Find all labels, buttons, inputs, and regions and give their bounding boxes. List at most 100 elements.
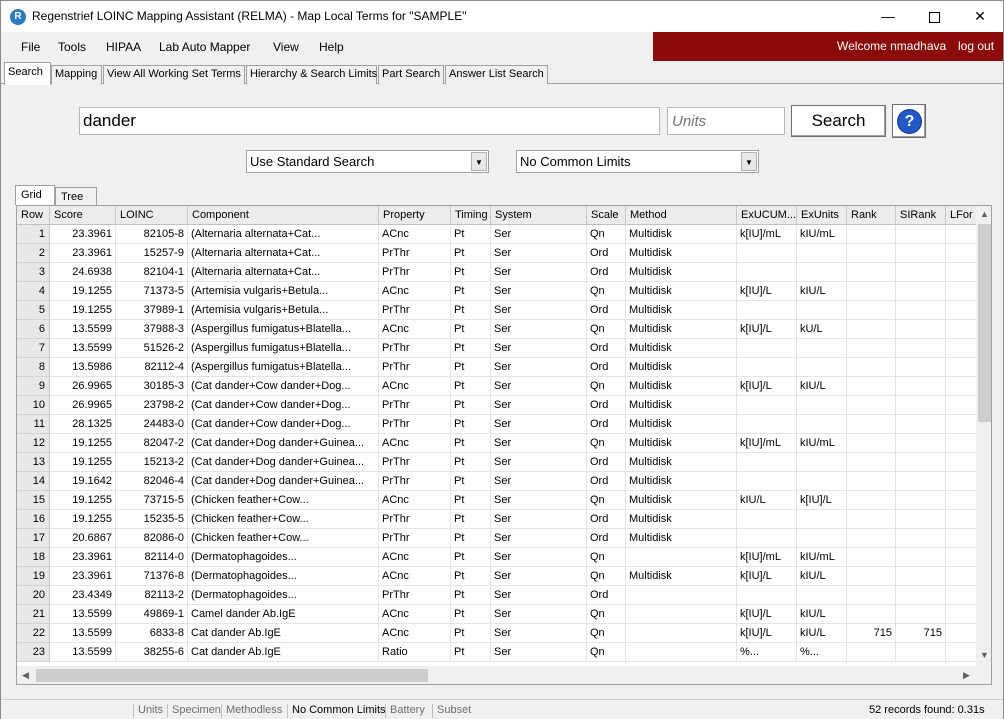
cell-row[interactable]: 17 — [17, 529, 50, 548]
cell-lfor[interactable] — [946, 358, 977, 377]
cell-method[interactable]: Multidisk — [626, 434, 737, 453]
tab-search[interactable]: Search — [4, 62, 51, 85]
cell-exucum[interactable]: k[IU]/L — [737, 377, 797, 396]
column-header-method[interactable]: Method — [626, 206, 737, 225]
cell-component[interactable]: Cat dander Ab.IgE — [188, 643, 379, 662]
cell-row[interactable]: 10 — [17, 396, 50, 415]
cell-scale[interactable]: Qn — [587, 567, 626, 586]
cell-exunits[interactable] — [797, 586, 847, 605]
units-input[interactable] — [667, 107, 785, 135]
cell-lfor[interactable] — [946, 415, 977, 434]
cell-component[interactable]: (Cat dander+Cow dander+Dog... — [188, 415, 379, 434]
column-header-timing[interactable]: Timing — [451, 206, 491, 225]
cell-scale[interactable]: Qn — [587, 605, 626, 624]
column-header-property[interactable]: Property — [379, 206, 451, 225]
cell-loinc[interactable]: 23798-2 — [116, 396, 188, 415]
cell-system[interactable]: Ser — [491, 320, 587, 339]
cell-system[interactable]: Ser — [491, 643, 587, 662]
cell-row[interactable]: 21 — [17, 605, 50, 624]
cell-rank[interactable] — [847, 567, 896, 586]
cell-scale[interactable]: Ord — [587, 396, 626, 415]
cell-sirank[interactable] — [896, 529, 946, 548]
cell-property[interactable]: ACnc — [379, 282, 451, 301]
cell-rank[interactable] — [847, 415, 896, 434]
cell-exucum[interactable]: k[IU]/L — [737, 624, 797, 643]
cell-lfor[interactable] — [946, 453, 977, 472]
cell-rank[interactable] — [847, 643, 896, 662]
cell-property[interactable]: ACnc — [379, 567, 451, 586]
cell-method[interactable]: Multidisk — [626, 491, 737, 510]
maximize-button[interactable] — [911, 1, 957, 32]
cell-loinc[interactable]: 37989-1 — [116, 301, 188, 320]
table-row[interactable]: 8 13.5986 82112-4 (Aspergillus fumigatus+Bl… — [17, 358, 977, 377]
cell-component[interactable]: (Cat dander+Cow dander+Dog... — [188, 396, 379, 415]
cell-system[interactable]: Ser — [491, 605, 587, 624]
cell-score[interactable]: 13.5599 — [50, 624, 116, 643]
cell-loinc[interactable]: 71376-8 — [116, 567, 188, 586]
cell-scale[interactable]: Ord — [587, 529, 626, 548]
cell-row[interactable]: 3 — [17, 263, 50, 282]
cell-sirank[interactable] — [896, 282, 946, 301]
cell-property[interactable]: ACnc — [379, 320, 451, 339]
cell-component[interactable]: (Cat dander+Dog dander+Guinea... — [188, 472, 379, 491]
cell-exucum[interactable] — [737, 396, 797, 415]
horizontal-scrollbar[interactable]: ◀ ▶ — [17, 666, 991, 684]
cell-timing[interactable]: Pt — [451, 453, 491, 472]
cell-lfor[interactable] — [946, 434, 977, 453]
cell-exucum[interactable] — [737, 529, 797, 548]
cell-method[interactable] — [626, 624, 737, 643]
table-row[interactable]: 3 24.6938 82104-1 (Alternaria alternata+Cat… — [17, 263, 977, 282]
cell-rank[interactable] — [847, 529, 896, 548]
cell-exunits[interactable]: kIU/L — [797, 624, 847, 643]
menu-view[interactable]: View — [273, 40, 299, 54]
cell-property[interactable]: PrThr — [379, 529, 451, 548]
cell-score[interactable]: 26.9965 — [50, 377, 116, 396]
status-battery[interactable]: Battery — [385, 704, 425, 718]
cell-exunits[interactable]: kIU/L — [797, 605, 847, 624]
cell-sirank[interactable] — [896, 472, 946, 491]
cell-exunits[interactable] — [797, 529, 847, 548]
cell-timing[interactable]: Pt — [451, 529, 491, 548]
cell-rank[interactable] — [847, 358, 896, 377]
cell-method[interactable]: Multidisk — [626, 358, 737, 377]
cell-method[interactable]: Multidisk — [626, 225, 737, 244]
cell-rank[interactable] — [847, 377, 896, 396]
cell-loinc[interactable]: 82046-4 — [116, 472, 188, 491]
cell-component[interactable]: Cat dander Ab.IgE — [188, 624, 379, 643]
cell-property[interactable]: PrThr — [379, 472, 451, 491]
tab-tree[interactable]: Tree — [55, 187, 97, 205]
cell-row[interactable]: 8 — [17, 358, 50, 377]
cell-lfor[interactable] — [946, 396, 977, 415]
cell-system[interactable]: Ser — [491, 453, 587, 472]
cell-lfor[interactable] — [946, 548, 977, 567]
cell-sirank[interactable] — [896, 396, 946, 415]
cell-property[interactable]: ACnc — [379, 605, 451, 624]
cell-component[interactable]: (Alternaria alternata+Cat... — [188, 244, 379, 263]
scroll-down-icon[interactable]: ▼ — [980, 650, 989, 660]
cell-lfor[interactable] — [946, 491, 977, 510]
cell-exucum[interactable] — [737, 358, 797, 377]
menu-file[interactable]: File — [21, 40, 40, 54]
cell-scale[interactable]: Qn — [587, 320, 626, 339]
cell-system[interactable]: Ser — [491, 491, 587, 510]
tab-answer-list-search[interactable]: Answer List Search — [445, 65, 548, 84]
column-header-loinc[interactable]: LOINC — [116, 206, 188, 225]
cell-property[interactable]: PrThr — [379, 453, 451, 472]
cell-timing[interactable]: Pt — [451, 434, 491, 453]
cell-component[interactable]: (Aspergillus fumigatus+Blatella... — [188, 358, 379, 377]
cell-scale[interactable]: Qn — [587, 377, 626, 396]
cell-score[interactable]: 13.5599 — [50, 320, 116, 339]
cell-component[interactable]: (Artemisia vulgaris+Betula... — [188, 301, 379, 320]
cell-timing[interactable]: Pt — [451, 567, 491, 586]
cell-property[interactable]: PrThr — [379, 586, 451, 605]
cell-lfor[interactable] — [946, 263, 977, 282]
cell-property[interactable]: PrThr — [379, 415, 451, 434]
cell-loinc[interactable]: 73715-5 — [116, 491, 188, 510]
cell-lfor[interactable] — [946, 377, 977, 396]
cell-rank[interactable] — [847, 491, 896, 510]
horizontal-scroll-thumb[interactable] — [36, 669, 428, 682]
table-row[interactable]: 19 23.3961 71376-8 (Dermatophagoides... ACnc… — [17, 567, 977, 586]
cell-score[interactable]: 19.1255 — [50, 453, 116, 472]
vertical-scrollbar[interactable]: ▲ ▼ — [976, 206, 991, 667]
cell-row[interactable]: 18 — [17, 548, 50, 567]
